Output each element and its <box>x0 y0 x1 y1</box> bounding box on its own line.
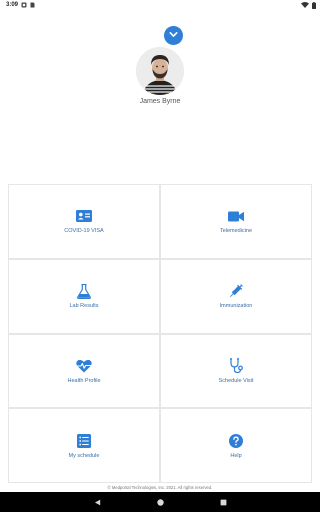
battery-icon <box>312 1 316 9</box>
menu-label-health-profile: Health Profile <box>67 377 101 384</box>
id-card-icon <box>76 208 92 224</box>
copyright-text: © Medportal Technologies, Inc. 2021. All… <box>107 485 213 490</box>
sim-icon <box>30 2 35 8</box>
menu-label-lab-results: Lab Results <box>69 303 99 310</box>
back-icon <box>94 493 101 511</box>
syringe-icon <box>228 283 244 299</box>
stethoscope-icon <box>228 357 244 374</box>
expand-profile-button[interactable] <box>164 26 183 45</box>
menu-label-my-schedule: My schedule <box>68 452 100 459</box>
heart-pulse-icon <box>76 358 92 374</box>
list-icon <box>76 433 92 449</box>
menu-label-telemedicine: Telemedicine <box>219 228 253 235</box>
menu-label-help: Help <box>230 452 242 459</box>
schedule-visit-tile[interactable]: Schedule Visit <box>160 333 312 409</box>
screen: 3:09 James Byrne COVID-19 VISA Telemedic… <box>0 0 320 512</box>
my-schedule-tile[interactable]: My schedule <box>8 408 160 483</box>
back-button[interactable] <box>94 493 101 511</box>
help-icon <box>228 433 244 449</box>
covid-visa-tile[interactable]: COVID-19 VISA <box>8 184 160 259</box>
status-left: 3:09 <box>6 2 35 8</box>
status-bar: 3:09 <box>0 0 320 10</box>
avatar[interactable] <box>136 47 184 95</box>
status-right <box>301 1 316 9</box>
health-profile-tile[interactable]: Health Profile <box>8 333 160 409</box>
chevron-down-icon <box>168 27 179 45</box>
home-button[interactable] <box>156 493 164 511</box>
profile-header: James Byrne <box>0 10 320 184</box>
home-icon <box>156 493 164 511</box>
notification-icon <box>21 2 27 8</box>
user-name: James Byrne <box>139 98 181 105</box>
menu-label-immunization: Immunization <box>219 303 253 310</box>
status-time: 3:09 <box>6 2 19 8</box>
menu-label-schedule-visit: Schedule Visit <box>218 377 254 384</box>
lab-results-tile[interactable]: Lab Results <box>8 258 160 334</box>
navigation-bar <box>0 492 320 512</box>
telemedicine-tile[interactable]: Telemedicine <box>160 184 312 259</box>
recents-icon <box>220 493 227 511</box>
immunization-tile[interactable]: Immunization <box>160 258 312 334</box>
help-tile[interactable]: Help <box>160 408 312 483</box>
recents-button[interactable] <box>220 493 227 511</box>
menu-label-covid-visa: COVID-19 VISA <box>64 228 104 235</box>
wifi-icon <box>301 2 309 8</box>
video-camera-icon <box>228 208 244 224</box>
flask-icon <box>76 283 92 299</box>
menu-grid: COVID-19 VISA Telemedicine Lab Results I… <box>8 184 312 483</box>
